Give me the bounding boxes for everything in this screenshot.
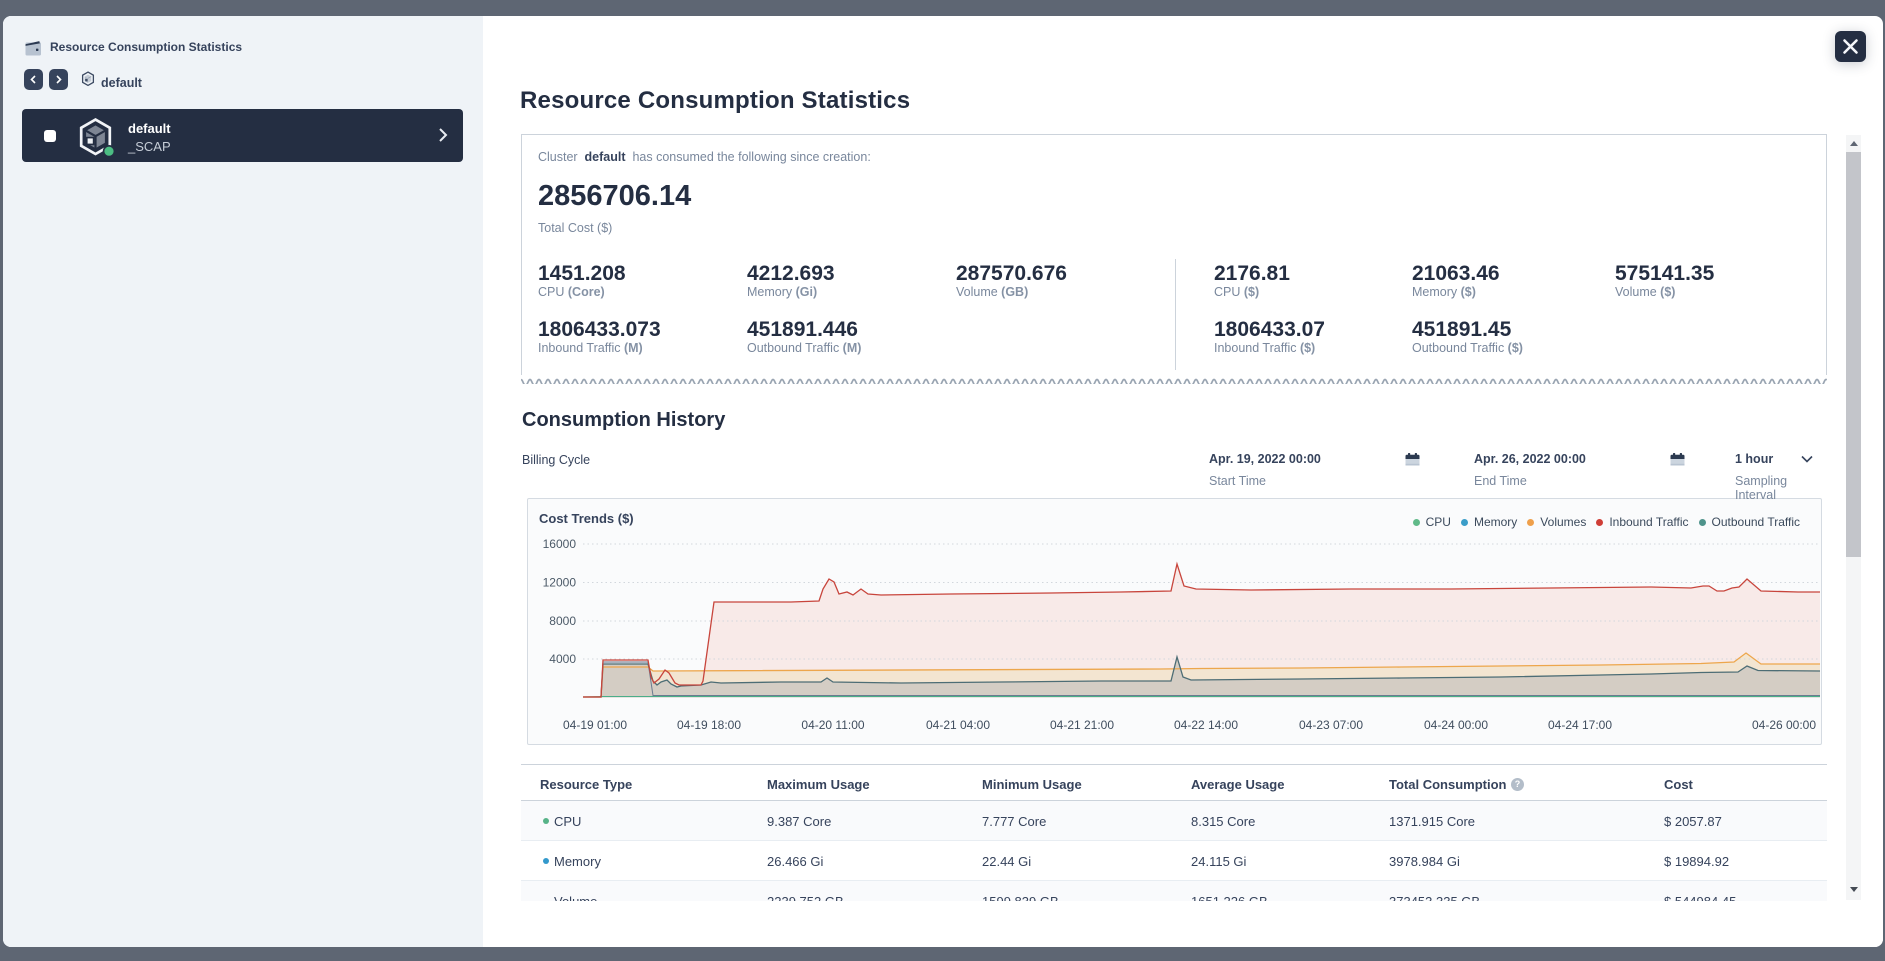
svg-text:04-19 01:00: 04-19 01:00: [563, 718, 627, 732]
svg-text:04-19 18:00: 04-19 18:00: [677, 718, 741, 732]
svg-text:04-21 21:00: 04-21 21:00: [1050, 718, 1114, 732]
svg-text:04-24 17:00: 04-24 17:00: [1548, 718, 1612, 732]
svg-text:04-21 04:00: 04-21 04:00: [926, 718, 990, 732]
svg-text:12000: 12000: [543, 576, 577, 590]
svg-text:04-22 14:00: 04-22 14:00: [1174, 718, 1238, 732]
svg-text:04-20 11:00: 04-20 11:00: [801, 718, 864, 732]
svg-text:8000: 8000: [549, 614, 576, 628]
svg-text:04-23 07:00: 04-23 07:00: [1299, 718, 1363, 732]
svg-text:16000: 16000: [543, 537, 577, 551]
svg-text:4000: 4000: [549, 652, 576, 666]
svg-text:04-24 00:00: 04-24 00:00: [1424, 718, 1488, 732]
svg-text:04-26 00:00: 04-26 00:00: [1752, 718, 1816, 732]
